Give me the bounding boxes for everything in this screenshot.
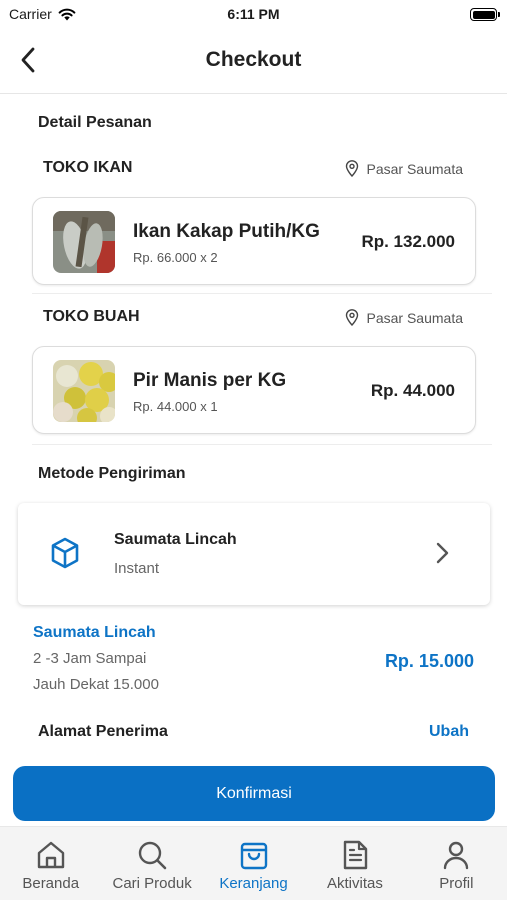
person-icon: [444, 841, 469, 870]
shipping-method-type: Instant: [114, 560, 160, 577]
store-location-label: Pasar Saumata: [366, 160, 464, 177]
store-name: TOKO BUAH: [43, 308, 140, 325]
document-icon: [343, 840, 368, 870]
tab-label: Cari Produk: [112, 875, 192, 892]
item-name: Ikan Kakap Putih/KG: [133, 221, 320, 242]
chevron-right-icon: [436, 542, 449, 564]
search-icon: [138, 841, 167, 870]
tab-home[interactable]: Beranda: [0, 827, 101, 900]
tab-activity[interactable]: Aktivitas: [304, 827, 405, 900]
checkout-screen: Carrier 6:11 PM Checkout Detail Pesanan …: [0, 0, 507, 900]
shipping-method-title: Metode Pengiriman: [38, 465, 186, 482]
shipping-summary-name: Saumata Lincah: [33, 624, 156, 641]
home-icon: [37, 841, 64, 869]
tab-search-product[interactable]: Cari Produk: [101, 827, 202, 900]
shipping-summary-price: Rp. 15.000: [384, 651, 474, 671]
bag-icon: [240, 842, 267, 870]
order-item-card[interactable]: Ikan Kakap Putih/KG Rp. 66.000 x 2 Rp. 1…: [32, 197, 476, 285]
tab-label: Keranjang: [219, 875, 288, 892]
item-qty-line: Rp. 44.000 x 1: [133, 399, 218, 414]
tab-cart[interactable]: Keranjang: [203, 827, 304, 900]
fish-photo: [53, 211, 115, 273]
item-name: Pir Manis per KG: [133, 370, 287, 391]
confirm-button[interactable]: Konfirmasi: [13, 766, 495, 821]
tab-label: Beranda: [22, 875, 80, 892]
divider: [32, 444, 492, 445]
shipping-summary-eta: 2 -3 Jam Sampai: [33, 650, 147, 667]
tab-label: Profil: [439, 875, 474, 892]
shipping-method-selector[interactable]: Saumata Lincah Instant: [18, 503, 490, 605]
item-qty-line: Rp. 66.000 x 2: [133, 250, 218, 265]
store-name: TOKO IKAN: [43, 159, 133, 176]
header: Checkout: [0, 30, 507, 94]
tab-profile[interactable]: Profil: [406, 827, 507, 900]
pear-photo: [53, 360, 115, 422]
box-icon: [51, 537, 79, 569]
tab-label: Aktivitas: [326, 875, 383, 892]
divider: [32, 293, 492, 294]
tab-bar: Beranda Cari Produk Keranjang Aktivitas …: [0, 826, 507, 900]
store-location: Pasar Saumata: [345, 309, 464, 326]
status-bar: Carrier 6:11 PM: [0, 0, 507, 30]
shipping-method-name: Saumata Lincah: [114, 531, 237, 548]
shipping-summary-note: Jauh Dekat 15.000: [33, 676, 159, 693]
item-price: Rp. 132.000: [361, 232, 455, 251]
recipient-address-title: Alamat Penerima: [38, 723, 168, 740]
location-pin-icon: [345, 160, 358, 177]
change-address-link[interactable]: Ubah: [429, 723, 469, 741]
location-pin-icon: [345, 309, 358, 326]
order-details-title: Detail Pesanan: [38, 114, 152, 131]
store-location: Pasar Saumata: [345, 160, 464, 177]
order-item-card[interactable]: Pir Manis per KG Rp. 44.000 x 1 Rp. 44.0…: [32, 346, 476, 434]
item-price: Rp. 44.000: [370, 381, 455, 400]
battery-icon: [470, 8, 500, 21]
store-location-label: Pasar Saumata: [366, 309, 464, 326]
page-title: Checkout: [205, 48, 302, 71]
clock: 6:11 PM: [227, 6, 280, 22]
